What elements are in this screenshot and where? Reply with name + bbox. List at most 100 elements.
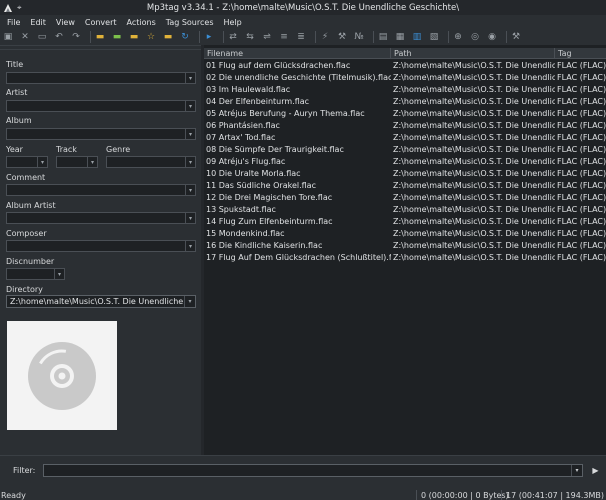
text-file-icon[interactable]: ≡ [278,31,290,43]
actions-icon[interactable]: ⚡ [319,31,331,43]
filename-to-tag-icon[interactable]: ⇆ [244,31,256,43]
add-folder-icon[interactable]: ▬ [111,31,123,43]
select-icon[interactable]: ▸ [203,31,215,43]
chevron-down-icon[interactable]: ▾ [185,185,195,195]
menu-convert[interactable]: Convert [80,18,122,27]
title-field[interactable]: ▾ [6,72,196,84]
chevron-down-icon[interactable]: ▾ [185,157,195,167]
discogs-icon[interactable]: ◉ [486,31,498,43]
redo-icon[interactable]: ↷ [70,31,82,43]
artist-field[interactable]: ▾ [6,100,196,112]
track-label: Track [56,145,77,154]
undo-icon[interactable]: ↶ [53,31,65,43]
tag-to-filename-icon[interactable]: ⇄ [227,31,239,43]
column-header-path[interactable]: Path [391,48,555,59]
table-row[interactable]: 03 Im Haulewald.flac Z:\home\malte\Music\… [204,84,606,96]
genre-label: Genre [106,145,131,154]
album-field[interactable]: ▾ [6,128,196,140]
chevron-down-icon[interactable]: ▾ [185,129,195,139]
composer-field[interactable]: ▾ [6,240,196,252]
chevron-down-icon[interactable]: ▾ [185,213,195,223]
title-bar: ⌖ Mp3tag v3.34.1 - Z:\home\malte\Music\O… [0,0,606,15]
playlist-icon[interactable]: ▦ [394,31,406,43]
status-bar: Ready 0 (00:00:00 | 0 Bytes) 17 (00:41:0… [0,487,606,500]
cell-path: Z:\home\malte\Music\O.S.T. Die Unendlic.… [393,229,555,238]
menu-tag-sources[interactable]: Tag Sources [161,18,219,27]
cover-art[interactable] [7,321,117,430]
folder-icon[interactable]: ▬ [162,31,174,43]
musicbrainz-icon[interactable]: ◎ [469,31,481,43]
toolbar-separator [506,31,507,43]
table-row[interactable]: 02 Die unendliche Geschichte (Titelmusik… [204,72,606,84]
menu-help[interactable]: Help [218,18,246,27]
year-field[interactable]: ▾ [6,156,48,168]
table-row[interactable]: 07 Artax' Tod.flac Z:\home\malte\Music\O.… [204,132,606,144]
open-folder-icon[interactable]: ▬ [94,31,106,43]
cell-tag: FLAC (FLAC) [557,73,606,82]
comment-field[interactable]: ▾ [6,184,196,196]
columns-icon[interactable]: ▧ [428,31,440,43]
cover-icon[interactable]: ▤ [377,31,389,43]
album-artist-field[interactable]: ▾ [6,212,196,224]
remove-tag-icon[interactable]: ✕ [19,31,31,43]
play-icon[interactable]: ▶ [589,464,602,477]
chevron-down-icon[interactable]: ▾ [37,157,47,167]
chevron-down-icon[interactable]: ▾ [185,241,195,251]
table-row[interactable]: 05 Atréjus Berufung - Auryn Thema.flac Z:… [204,108,606,120]
table-row[interactable]: 12 Die Drei Magischen Tore.flac Z:\home\m… [204,192,606,204]
cell-path: Z:\home\malte\Music\O.S.T. Die Unendlic.… [393,157,555,166]
table-row[interactable]: 09 Atréju's Flug.flac Z:\home\malte\Music… [204,156,606,168]
menu-view[interactable]: View [51,18,80,27]
menu-edit[interactable]: Edit [25,18,51,27]
toolbar-separator [373,31,374,43]
table-row[interactable]: 04 Der Elfenbeinturm.flac Z:\home\malte\M… [204,96,606,108]
title-label: Title [6,60,24,69]
chevron-down-icon[interactable]: ▾ [184,296,195,307]
genre-field[interactable]: ▾ [106,156,196,168]
chevron-down-icon[interactable]: ▾ [54,269,64,279]
chevron-down-icon[interactable]: ▾ [185,73,195,83]
table-row[interactable]: 13 Spukstadt.flac Z:\home\malte\Music\O.S… [204,204,606,216]
options-icon[interactable]: ⚒ [510,31,522,43]
chevron-down-icon[interactable]: ▾ [87,157,97,167]
directory-field[interactable]: Z:\home\malte\Music\O.S.T. Die Unendlich… [6,295,196,308]
table-row[interactable]: 15 Mondenkind.flac Z:\home\malte\Music\O.… [204,228,606,240]
cell-path: Z:\home\malte\Music\O.S.T. Die Unendlic.… [393,85,555,94]
track-field[interactable]: ▾ [56,156,98,168]
column-header-filename[interactable]: Filename [204,48,391,59]
cell-path: Z:\home\malte\Music\O.S.T. Die Unendlic.… [393,181,555,190]
discnumber-field[interactable]: ▾ [6,268,65,280]
menu-actions[interactable]: Actions [122,18,161,27]
favorite-folder-icon[interactable]: ▬ [128,31,140,43]
table-row[interactable]: 10 Die Uralte Morla.flac Z:\home\malte\Mu… [204,168,606,180]
disc-icon [28,341,96,410]
column-header-tag[interactable]: Tag [555,48,606,59]
export-icon[interactable]: ≣ [295,31,307,43]
toolbar-separator [199,31,200,43]
cell-filename: 08 Die Sümpfe Der Traurigkeit.flac [206,145,344,154]
table-row[interactable]: 11 Das Südliche Orakel.flac Z:\home\malte… [204,180,606,192]
save-icon[interactable]: ▣ [2,31,14,43]
filter-label: Filter: [13,466,36,475]
web-sources-icon[interactable]: ⊕ [452,31,464,43]
tag-panel-icon[interactable]: ▥ [411,31,423,43]
chevron-down-icon[interactable]: ▾ [571,465,582,476]
cell-tag: FLAC (FLAC) [557,181,606,190]
table-row[interactable]: 14 Flug Zum Elfenbeinturm.flac Z:\home\ma… [204,216,606,228]
autonumber-icon[interactable]: № [353,31,365,43]
cell-filename: 06 Phantásien.flac [206,121,280,130]
quick-actions-icon[interactable]: ⚒ [336,31,348,43]
table-row[interactable]: 06 Phantásien.flac Z:\home\malte\Music\O.… [204,120,606,132]
menu-file[interactable]: File [2,18,25,27]
cell-filename: 12 Die Drei Magischen Tore.flac [206,193,333,202]
refresh-icon[interactable]: ↻ [179,31,191,43]
table-row[interactable]: 17 Flug Auf Dem Glücksdrachen (Schlußtit… [204,252,606,264]
table-row[interactable]: 01 Flug auf dem Glücksdrachen.flac Z:\hom… [204,60,606,72]
delete-icon[interactable]: ▭ [36,31,48,43]
star-icon[interactable]: ☆ [145,31,157,43]
filter-input[interactable]: ▾ [43,464,583,477]
table-row[interactable]: 16 Die Kindliche Kaiserin.flac Z:\home\ma… [204,240,606,252]
chevron-down-icon[interactable]: ▾ [185,101,195,111]
table-row[interactable]: 08 Die Sümpfe Der Traurigkeit.flac Z:\hom… [204,144,606,156]
tag-to-tag-icon[interactable]: ⇌ [261,31,273,43]
